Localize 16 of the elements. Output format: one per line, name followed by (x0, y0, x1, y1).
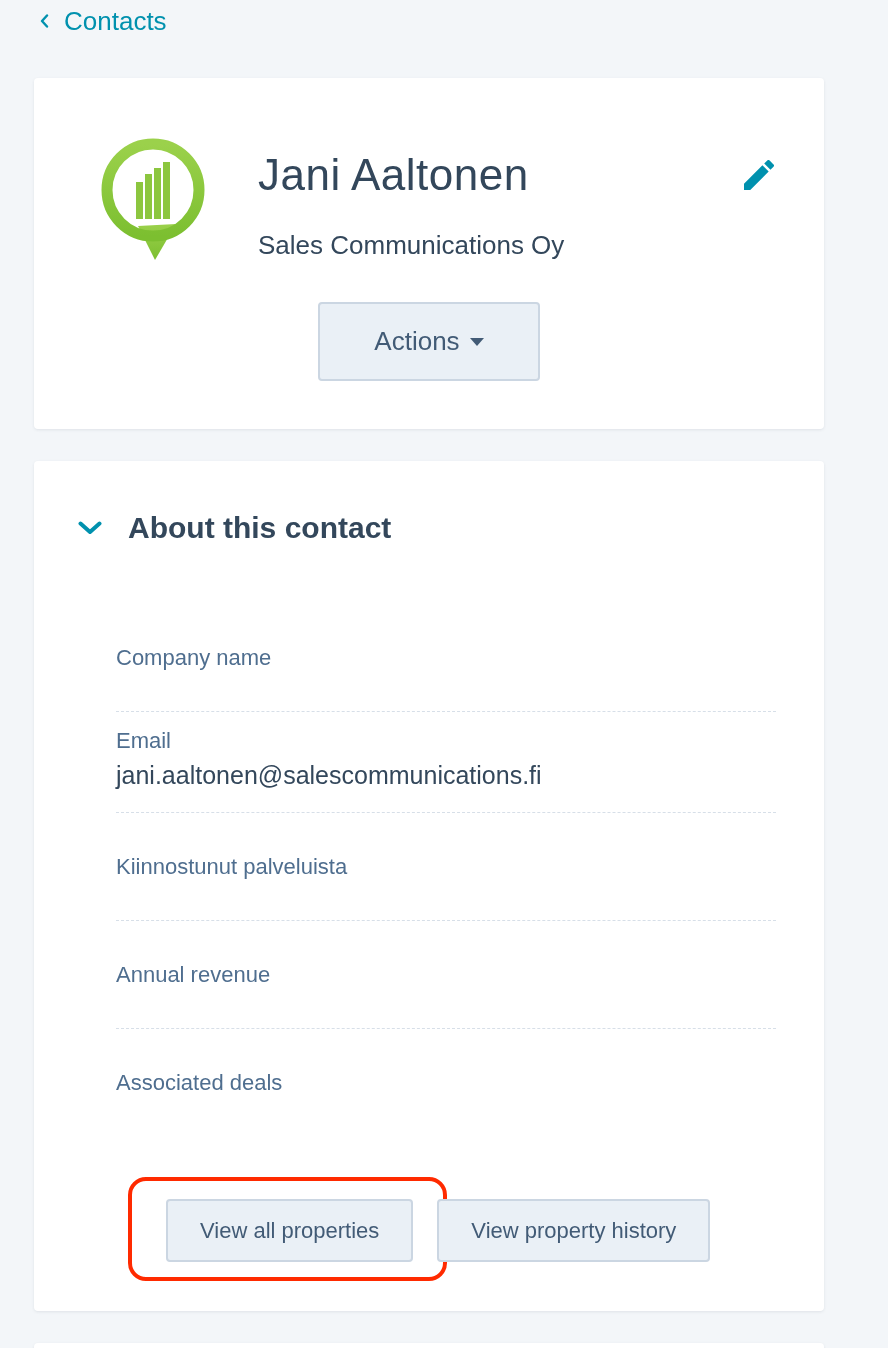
property-value: jani.aaltonen@salescommunications.fi (116, 760, 543, 791)
pencil-icon[interactable] (744, 160, 774, 190)
chevron-left-icon (40, 14, 49, 28)
caret-icon (469, 337, 484, 346)
property-label: Associated deals (116, 1069, 284, 1097)
view-properties-button[interactable]: View all properties (166, 1199, 414, 1262)
property-label: Kiinnostunut palveluista (116, 852, 349, 881)
actions-button[interactable]: Actions (318, 302, 540, 381)
view-properties-button[interactable]: View property history (437, 1199, 711, 1262)
property-label: Email (116, 727, 172, 755)
section-toggle[interactable]: About this contact (78, 508, 392, 548)
property-label: Annual revenue (116, 960, 272, 989)
company-name: Sales Communications Oy (258, 229, 565, 262)
back-link[interactable]: Contacts (40, 4, 167, 38)
property-label: Company name (116, 643, 273, 672)
contact-name: Jani Aaltonen (258, 149, 530, 201)
